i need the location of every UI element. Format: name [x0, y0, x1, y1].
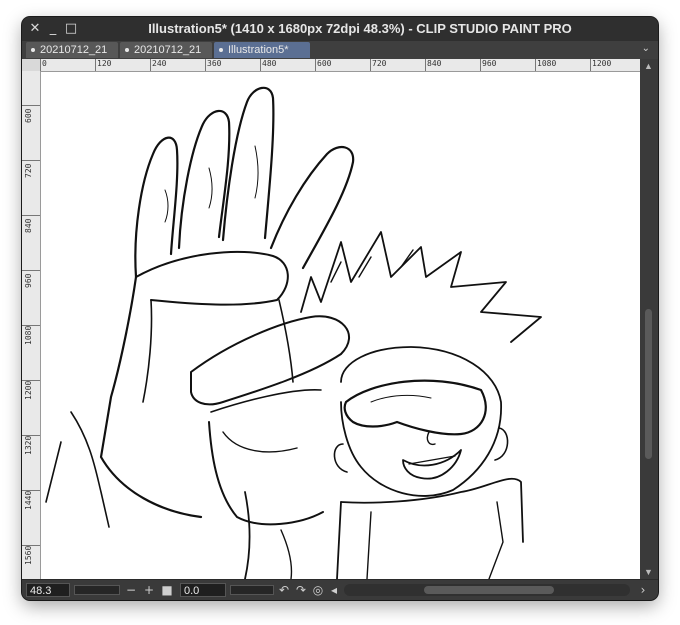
drawing-canvas[interactable]: [41, 72, 640, 579]
rotation-angle-field[interactable]: 0.0: [180, 583, 226, 597]
ruler-tick: [480, 59, 481, 71]
window-title: Illustration5* (1410 x 1680px 72dpi 48.3…: [148, 21, 572, 36]
ruler-label: 1200: [592, 59, 612, 68]
minimize-icon[interactable]: _: [46, 22, 60, 36]
ruler-label: 120: [97, 59, 112, 68]
vertical-scrollbar[interactable]: ▲ ▼: [640, 59, 658, 579]
maximize-icon[interactable]: □: [64, 22, 78, 36]
ruler-tick: [150, 59, 151, 71]
scroll-down-icon[interactable]: ▼: [644, 567, 653, 577]
ruler-label: 1440: [24, 490, 33, 510]
ruler-tick: [95, 59, 96, 71]
tab-dot-icon: [31, 48, 35, 52]
ruler-tick: [315, 59, 316, 71]
close-icon[interactable]: ✕: [28, 22, 42, 36]
ruler-tick: [22, 215, 40, 216]
ruler-label: 840: [24, 218, 33, 233]
ruler-label: 1080: [537, 59, 557, 68]
tab-label: 20210712_21: [40, 44, 108, 56]
ruler-tick: [425, 59, 426, 71]
ruler-tick: [22, 270, 40, 271]
horizontal-scrollbar[interactable]: [344, 584, 630, 596]
ruler-tick: [40, 59, 41, 71]
ruler-label: 960: [482, 59, 497, 68]
ruler-corner: [22, 59, 40, 71]
tab-document-1[interactable]: 20210712_21: [26, 42, 118, 58]
ruler-label: 480: [262, 59, 277, 68]
ruler-label: 240: [152, 59, 167, 68]
plus-icon[interactable]: +: [142, 583, 156, 597]
vertical-scroll-thumb[interactable]: [645, 309, 652, 459]
ruler-label: 720: [372, 59, 387, 68]
chevron-down-icon[interactable]: ⌄: [642, 43, 650, 54]
tab-dot-icon: [125, 48, 129, 52]
ruler-tick: [370, 59, 371, 71]
ruler-label: 840: [427, 59, 442, 68]
sketch-drawing: [45, 86, 542, 579]
ruler-label: 0: [42, 59, 47, 68]
scroll-right-icon[interactable]: ›: [636, 583, 650, 597]
document-tab-bar: 20210712_21 20210712_21 Illustration5* ⌄: [22, 41, 658, 59]
rotate-left-icon[interactable]: ↶: [277, 583, 291, 597]
reset-rotation-icon[interactable]: ◎: [311, 583, 325, 597]
flip-icon[interactable]: ◂: [327, 583, 341, 597]
ruler-label: 360: [207, 59, 222, 68]
ruler-label: 720: [24, 163, 33, 178]
ruler-tick: [22, 160, 40, 161]
app-window: ✕ _ □ Illustration5* (1410 x 1680px 72dp…: [22, 17, 658, 600]
horizontal-scroll-thumb[interactable]: [424, 586, 554, 594]
vertical-ruler: 600 720 840 960 1080 1200 1320 1440 1560: [22, 71, 41, 579]
title-bar: ✕ _ □ Illustration5* (1410 x 1680px 72dp…: [22, 17, 658, 41]
ruler-tick: [590, 59, 591, 71]
ruler-label: 1560: [24, 545, 33, 565]
square-icon[interactable]: ■: [160, 583, 174, 597]
zoom-field[interactable]: 48.3: [26, 583, 70, 597]
navigation-bar: 48.3 − + ■ 0.0 ↶ ↷ ◎ ◂ ›: [22, 579, 658, 600]
horizontal-ruler: 0 120 240 360 480 600 720 840 960 1080 1…: [40, 59, 640, 72]
scroll-up-icon[interactable]: ▲: [644, 61, 653, 71]
ruler-label: 1200: [24, 380, 33, 400]
minus-icon[interactable]: −: [124, 583, 138, 597]
ruler-tick: [260, 59, 261, 71]
ruler-tick: [205, 59, 206, 71]
ruler-label: 600: [24, 108, 33, 123]
ruler-label: 1080: [24, 325, 33, 345]
ruler-label: 600: [317, 59, 332, 68]
tab-dot-icon: [219, 48, 223, 52]
rotate-right-icon[interactable]: ↷: [294, 583, 308, 597]
tab-label: Illustration5*: [228, 44, 289, 56]
rotation-slider[interactable]: [230, 585, 274, 595]
ruler-tick: [22, 105, 40, 106]
ruler-label: 960: [24, 273, 33, 288]
tab-illustration5[interactable]: Illustration5*: [214, 42, 310, 58]
zoom-slider[interactable]: [74, 585, 120, 595]
tab-document-2[interactable]: 20210712_21: [120, 42, 212, 58]
ruler-tick: [535, 59, 536, 71]
ruler-label: 1320: [24, 435, 33, 455]
tab-label: 20210712_21: [134, 44, 202, 56]
